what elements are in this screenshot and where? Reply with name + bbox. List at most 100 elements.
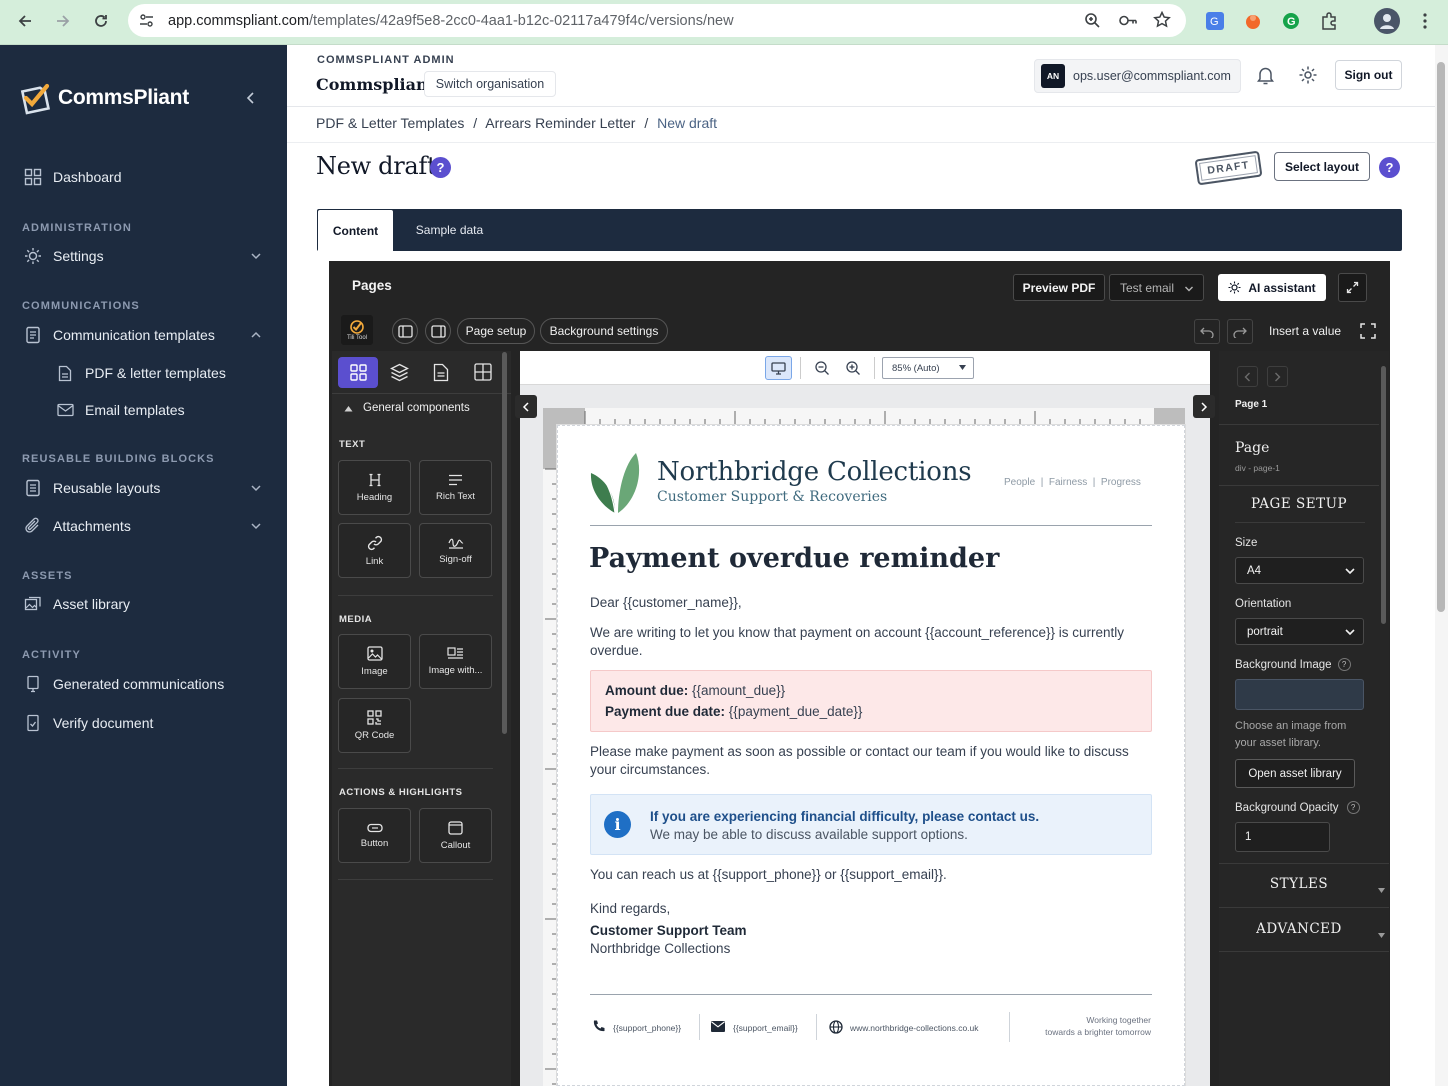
extension-grammar-icon[interactable]: G (1280, 10, 1302, 32)
components-scrollbar[interactable] (502, 352, 507, 734)
forward-icon[interactable] (44, 2, 82, 40)
letter-reach-line[interactable]: You can reach us at {{support_phone}} or… (590, 866, 947, 884)
panel-right-icon[interactable] (425, 318, 451, 344)
sidebar-item-pdf-letter-templates[interactable]: PDF & letter templates (54, 359, 274, 387)
scrollbar-thumb[interactable] (1437, 62, 1445, 612)
tab-sample-data[interactable]: Sample data (402, 209, 497, 251)
component-image-with-text[interactable]: Image with... (419, 634, 492, 689)
help-icon[interactable]: ? (1346, 801, 1360, 814)
component-button[interactable]: Button (338, 808, 411, 863)
prev-page-icon[interactable] (1237, 366, 1258, 387)
sidebar-item-attachments[interactable]: Attachments (22, 512, 272, 540)
breadcrumb-arrears-letter[interactable]: Arrears Reminder Letter (485, 115, 635, 131)
letter-intro-line-2[interactable]: overdue. (590, 642, 643, 660)
address-bar[interactable]: app.commspliant.com/templates/42a9f5e8-2… (128, 4, 1186, 37)
letter-greeting[interactable]: Dear {{customer_name}}, (590, 594, 742, 612)
general-components-toggle[interactable]: General components (344, 402, 470, 414)
amount-alert-box[interactable] (590, 670, 1152, 732)
orientation-select[interactable]: portrait (1235, 618, 1364, 645)
undo-icon[interactable] (1194, 319, 1220, 344)
zoom-select[interactable]: 85% (Auto) (882, 357, 974, 379)
sidebar-item-reusable-layouts[interactable]: Reusable layouts (22, 474, 272, 502)
bookmark-star-icon[interactable] (1153, 11, 1171, 29)
letter-heading[interactable]: Payment overdue reminder (589, 543, 999, 574)
sidebar-item-settings[interactable]: Settings (22, 242, 272, 270)
component-heading[interactable]: Heading (338, 460, 411, 515)
letter-please-line-2[interactable]: your circumstances. (590, 761, 710, 779)
help-icon[interactable]: ? (1337, 658, 1351, 671)
brand-logo[interactable]: CommsPliant (18, 81, 189, 115)
components-grid-tab[interactable] (338, 357, 378, 388)
page-setup-button[interactable]: Page setup (457, 318, 535, 344)
component-image[interactable]: Image (338, 634, 411, 689)
sidebar-item-verify-document[interactable]: Verify document (22, 709, 272, 737)
zoom-icon[interactable] (1084, 12, 1101, 29)
size-select[interactable]: A4 (1235, 557, 1364, 584)
password-key-icon[interactable] (1118, 12, 1138, 29)
component-qr-code[interactable]: QR Code (338, 698, 411, 753)
info-icon: i (604, 811, 631, 838)
background-opacity-input[interactable]: 1 (1235, 822, 1330, 852)
letter-company-sign[interactable]: Northbridge Collections (590, 940, 730, 958)
site-info-icon[interactable] (138, 12, 155, 29)
fullscreen-icon[interactable] (1360, 323, 1376, 339)
table-grid-icon[interactable] (474, 363, 492, 381)
letter-team[interactable]: Customer Support Team (590, 922, 747, 940)
extensions-puzzle-icon[interactable] (1318, 10, 1340, 32)
bell-icon[interactable] (1256, 65, 1275, 85)
switch-organisation-button[interactable]: Switch organisation (424, 71, 556, 97)
component-link[interactable]: Link (338, 523, 411, 578)
letter-intro-line-1[interactable]: We are writing to let you know that paym… (590, 624, 1124, 642)
section-page-setup[interactable]: PAGE SETUP (1219, 496, 1379, 512)
collapse-right-icon[interactable] (1193, 395, 1215, 418)
background-settings-button[interactable]: Background settings (540, 318, 668, 344)
help-icon[interactable]: ? (1379, 157, 1400, 178)
breadcrumb-pdf-templates[interactable]: PDF & Letter Templates (316, 115, 464, 131)
tool-logo[interactable]: Tili Tool (341, 315, 373, 345)
sidebar-item-communication-templates[interactable]: Communication templates (22, 321, 272, 349)
test-email-dropdown[interactable]: Test email (1109, 274, 1204, 301)
sidebar-item-email-templates[interactable]: Email templates (54, 396, 274, 424)
sidebar-item-generated-communications[interactable]: Generated communications (22, 670, 272, 698)
profile-avatar-icon[interactable] (1374, 8, 1400, 34)
background-image-field[interactable] (1235, 679, 1364, 710)
expand-icon[interactable] (1338, 273, 1367, 302)
zoom-out-icon[interactable] (814, 360, 830, 376)
layers-icon[interactable] (390, 363, 409, 382)
collapse-sidebar-icon[interactable] (244, 91, 258, 105)
section-advanced[interactable]: ADVANCED (1219, 921, 1379, 937)
letter-please-line-1[interactable]: Please make payment as soon as possible … (590, 743, 1129, 761)
section-styles[interactable]: STYLES (1219, 876, 1379, 892)
browser-menu-icon[interactable] (1414, 10, 1436, 32)
component-rich-text[interactable]: Rich Text (419, 460, 492, 515)
next-page-icon[interactable] (1267, 366, 1288, 387)
properties-scrollbar[interactable] (1381, 366, 1386, 624)
back-icon[interactable] (6, 2, 44, 40)
preview-pdf-button[interactable]: Preview PDF (1013, 274, 1105, 301)
chevron-up-icon (250, 329, 262, 341)
insert-value-button[interactable]: Insert a value (1269, 324, 1341, 338)
panel-left-icon[interactable] (392, 318, 418, 344)
reload-icon[interactable] (82, 2, 120, 40)
select-layout-button[interactable]: Select layout (1274, 152, 1370, 181)
help-icon[interactable]: ? (430, 157, 451, 178)
tab-content[interactable]: Content (318, 210, 393, 251)
letter-regards[interactable]: Kind regards, (590, 900, 670, 918)
component-callout[interactable]: Callout (419, 808, 492, 863)
ai-assistant-button[interactable]: AI assistant (1218, 274, 1326, 301)
page-scrollbar[interactable] (1435, 45, 1448, 1086)
page-doc-icon[interactable] (433, 363, 449, 382)
desktop-view-icon[interactable] (765, 356, 792, 380)
gear-icon[interactable] (1298, 65, 1318, 85)
sign-out-button[interactable]: Sign out (1335, 60, 1402, 90)
sidebar-item-dashboard[interactable]: Dashboard (22, 163, 272, 191)
collapse-left-icon[interactable] (515, 395, 537, 418)
component-sign-off[interactable]: Sign-off (419, 523, 492, 578)
translate-icon[interactable]: G (1204, 10, 1226, 32)
open-asset-library-button[interactable]: Open asset library (1235, 759, 1355, 788)
user-menu[interactable]: AN ops.user@commspliant.com (1034, 59, 1241, 93)
sidebar-item-asset-library[interactable]: Asset library (22, 590, 272, 618)
zoom-in-icon[interactable] (845, 360, 861, 376)
extension-fox-icon[interactable] (1242, 10, 1264, 32)
redo-icon[interactable] (1227, 319, 1253, 344)
